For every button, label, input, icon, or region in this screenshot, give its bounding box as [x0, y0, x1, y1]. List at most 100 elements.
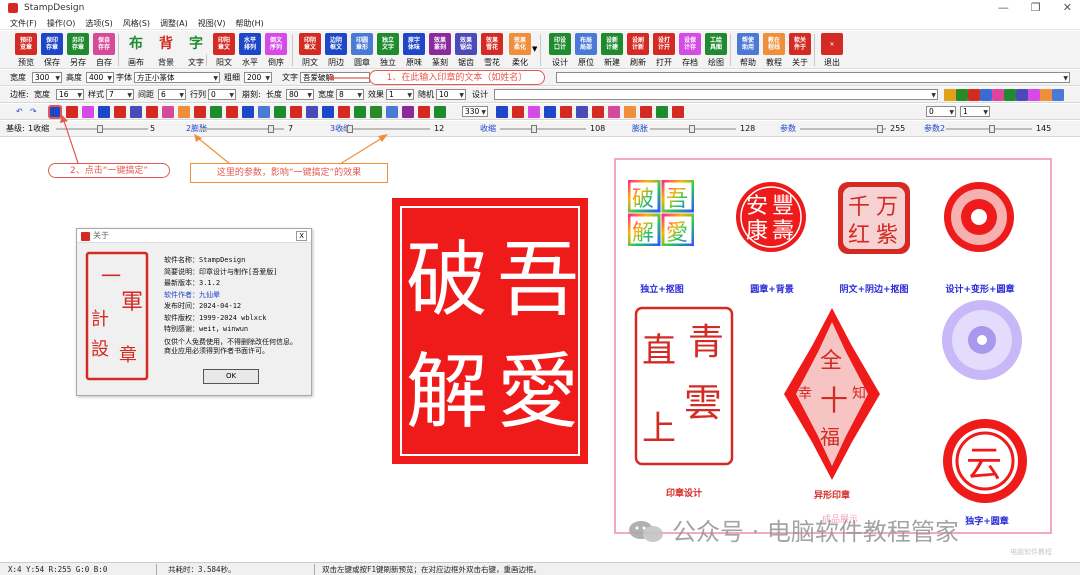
- style-select[interactable]: 7 ▼: [106, 89, 134, 100]
- slider-thumb[interactable]: [530, 125, 537, 133]
- toolbar-button-16[interactable]: 效果 锯齿 锯齿: [454, 33, 478, 68]
- quick-style-button[interactable]: [370, 106, 382, 118]
- toolbar-button-21[interactable]: 设新 计建 新建: [600, 33, 624, 68]
- toolbar-button-17[interactable]: 效果 雪花 雪花: [480, 33, 504, 68]
- menu-file[interactable]: 文件(F): [10, 17, 37, 29]
- quick-style-button[interactable]: [114, 106, 126, 118]
- toolbar-button-7[interactable]: 印阳 章文 阳文: [212, 33, 236, 68]
- toolbar-button-29[interactable]: ✕ 退出: [820, 33, 844, 68]
- quick-style-button[interactable]: [242, 106, 254, 118]
- toolbar-button-26[interactable]: 帮使 助用 帮助: [736, 33, 760, 68]
- quick-style-button[interactable]: [656, 106, 668, 118]
- palette-swatch[interactable]: [956, 89, 968, 101]
- toolbar-button-13[interactable]: 独立 文字 独立: [376, 33, 400, 68]
- parameter-slider[interactable]: [650, 125, 736, 133]
- palette-swatch[interactable]: [968, 89, 980, 101]
- toolbar-button-2[interactable]: 另印 存章 另存: [66, 33, 90, 68]
- palette-swatch[interactable]: [980, 89, 992, 101]
- palette-swatch[interactable]: [1028, 89, 1040, 101]
- about-author-line[interactable]: 软件作者：九仙晕: [164, 290, 297, 302]
- font-select[interactable]: 方正小篆体 ▼: [134, 72, 220, 83]
- quick-style-button[interactable]: [354, 106, 366, 118]
- notch-width-select[interactable]: 8 ▼: [336, 89, 364, 100]
- quick-style-button[interactable]: [338, 106, 350, 118]
- quick-style-button[interactable]: [592, 106, 604, 118]
- quick-style-button[interactable]: [258, 106, 270, 118]
- quick-style-button[interactable]: [434, 106, 446, 118]
- toolbar-button-28[interactable]: 软关 件于 关于: [788, 33, 812, 68]
- quick-style-button[interactable]: [544, 106, 556, 118]
- quick-style-button[interactable]: [672, 106, 684, 118]
- quick-style-button[interactable]: [306, 106, 318, 118]
- quick-style-button[interactable]: [608, 106, 620, 118]
- quick-style-button[interactable]: [274, 106, 286, 118]
- toolbar-button-3[interactable]: 保自 存存 自存: [92, 33, 116, 68]
- toolbar-button-8[interactable]: 水平 排列 水平: [238, 33, 262, 68]
- toolbar-button-0[interactable]: 预印 览章 预览: [14, 33, 38, 68]
- toolbar-button-18[interactable]: 效果 柔化 柔化: [508, 33, 532, 68]
- quick-style-button[interactable]: [528, 106, 540, 118]
- quick-style-button[interactable]: [624, 106, 636, 118]
- gap-select[interactable]: 6 ▼: [158, 89, 186, 100]
- parameter-slider[interactable]: [800, 125, 886, 133]
- quick-style-button[interactable]: [130, 106, 142, 118]
- quick-style-button[interactable]: [322, 106, 334, 118]
- toolbar-button-9[interactable]: 倒文 序列 倒序: [264, 33, 288, 68]
- about-close-icon[interactable]: X: [296, 231, 307, 241]
- palette-swatch[interactable]: [1040, 89, 1052, 101]
- design-select[interactable]: ▼: [494, 89, 938, 100]
- quick-style-button[interactable]: [640, 106, 652, 118]
- toolbar-button-14[interactable]: 原字 体味 原味: [402, 33, 426, 68]
- slider-thumb[interactable]: [688, 125, 695, 133]
- redo-icon[interactable]: ↷: [30, 106, 37, 118]
- toolbar-button-22[interactable]: 设刷 计新 刷新: [626, 33, 650, 68]
- effect-select[interactable]: 1 ▼: [386, 89, 414, 100]
- parameter-slider[interactable]: [500, 125, 586, 133]
- palette-swatch[interactable]: [944, 89, 956, 101]
- toolbar-button-25[interactable]: 工绘 具图 绘图: [704, 33, 728, 68]
- ok-button[interactable]: OK: [203, 369, 259, 384]
- toolbar-button-19[interactable]: 印设 口计 设计: [548, 33, 572, 68]
- quick-style-button[interactable]: [290, 106, 302, 118]
- palette-swatch[interactable]: [1004, 89, 1016, 101]
- quick-style-button[interactable]: [162, 106, 174, 118]
- undo-icon[interactable]: ↶: [16, 106, 23, 118]
- toolbar-button-20[interactable]: 布局 局部 原位: [574, 33, 598, 68]
- toolbar-button-15[interactable]: 效果 篆刻 篆刻: [428, 33, 452, 68]
- palette-swatch[interactable]: [1016, 89, 1028, 101]
- palette-swatch[interactable]: [1052, 89, 1064, 101]
- toolbar-button-4[interactable]: 布画布: [124, 33, 148, 68]
- toolbar-button-24[interactable]: 设保 计存 存档: [678, 33, 702, 68]
- toolbar-button-27[interactable]: 教在 程线 教程: [762, 33, 786, 68]
- extra-select-a[interactable]: 0 ▼: [926, 106, 956, 117]
- close-icon[interactable]: ✕: [1063, 1, 1072, 14]
- toolbar-button-23[interactable]: 设打 计开 打开: [652, 33, 676, 68]
- notch-length-select[interactable]: 80 ▼: [286, 89, 314, 100]
- toolbar-button-6[interactable]: 字文字: [184, 33, 208, 68]
- random-select[interactable]: 10 ▼: [436, 89, 466, 100]
- toolbar-button-11[interactable]: 边阴 框文 阴边: [324, 33, 348, 68]
- slider-thumb[interactable]: [97, 125, 104, 133]
- quick-style-button[interactable]: [98, 106, 110, 118]
- quick-style-button[interactable]: [560, 106, 572, 118]
- slider-thumb[interactable]: [877, 125, 884, 133]
- quick-style-button[interactable]: [386, 106, 398, 118]
- quick-style-button[interactable]: [194, 106, 206, 118]
- quick-style-button[interactable]: [402, 106, 414, 118]
- menu-view[interactable]: 视图(V): [198, 17, 226, 29]
- menu-help[interactable]: 帮助(H): [235, 17, 263, 29]
- quick-style-button[interactable]: [210, 106, 222, 118]
- quick-style-button[interactable]: [178, 106, 190, 118]
- palette-swatch[interactable]: [992, 89, 1004, 101]
- rowspace-select[interactable]: 0 ▼: [208, 89, 236, 100]
- quick-style-button[interactable]: [146, 106, 158, 118]
- toolbar-button-10[interactable]: 印阴 章文 阴文: [298, 33, 322, 68]
- quick-style-button[interactable]: [496, 106, 508, 118]
- toolbar-button-5[interactable]: 背背景: [154, 33, 178, 68]
- quick-style-button[interactable]: [418, 106, 430, 118]
- border-width-select[interactable]: 16 ▼: [56, 89, 84, 100]
- weight-select[interactable]: 200 ▼: [244, 72, 272, 83]
- quick-style-button[interactable]: [226, 106, 238, 118]
- toolbar-button-12[interactable]: 印圆 章形 圆章: [350, 33, 374, 68]
- slider-thumb[interactable]: [988, 125, 995, 133]
